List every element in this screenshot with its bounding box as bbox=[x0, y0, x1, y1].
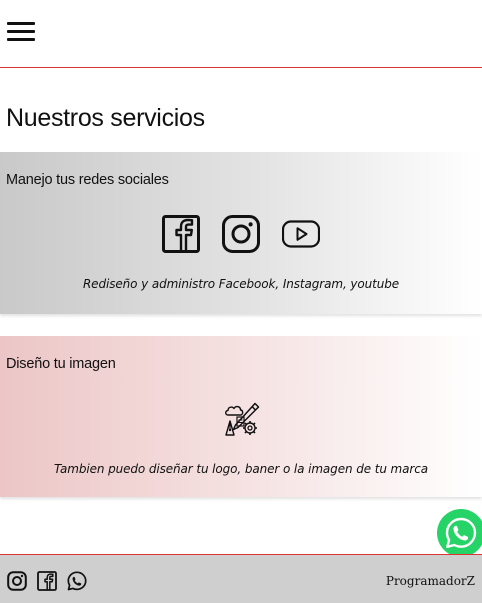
design-icons-row bbox=[0, 400, 482, 438]
page-title: Nuestros servicios bbox=[6, 104, 205, 132]
instagram-icon[interactable] bbox=[7, 571, 27, 591]
service-title: Diseño tu imagen bbox=[6, 356, 116, 372]
service-card-social-media: Manejo tus redes sociales Rediseño y adm… bbox=[0, 152, 482, 314]
social-icons-row bbox=[0, 215, 482, 253]
footer-brand: ProgramadorZ bbox=[385, 574, 475, 588]
footer: ProgramadorZ bbox=[0, 554, 482, 603]
menu-line bbox=[7, 30, 35, 33]
design-tools-icon bbox=[225, 402, 260, 436]
top-bar bbox=[0, 0, 482, 68]
service-card-image-design: Diseño tu imagen Tambien puedo diseñar t… bbox=[0, 336, 482, 497]
whatsapp-floating-button[interactable] bbox=[437, 509, 482, 557]
facebook-icon[interactable] bbox=[37, 571, 57, 591]
service-description: Rediseño y administro Facebook, Instagra… bbox=[82, 277, 400, 291]
whatsapp-icon[interactable] bbox=[67, 571, 87, 591]
youtube-icon[interactable] bbox=[282, 215, 320, 253]
whatsapp-icon bbox=[445, 517, 477, 548]
footer-social-icons bbox=[7, 571, 87, 591]
service-description: Tambien puedo diseñar tu logo, baner o l… bbox=[54, 462, 428, 476]
menu-line bbox=[7, 22, 35, 25]
instagram-icon[interactable] bbox=[222, 215, 260, 253]
hamburger-menu-icon[interactable] bbox=[7, 22, 35, 42]
service-title: Manejo tus redes sociales bbox=[6, 172, 169, 188]
facebook-icon[interactable] bbox=[162, 215, 200, 253]
menu-line bbox=[7, 38, 35, 41]
